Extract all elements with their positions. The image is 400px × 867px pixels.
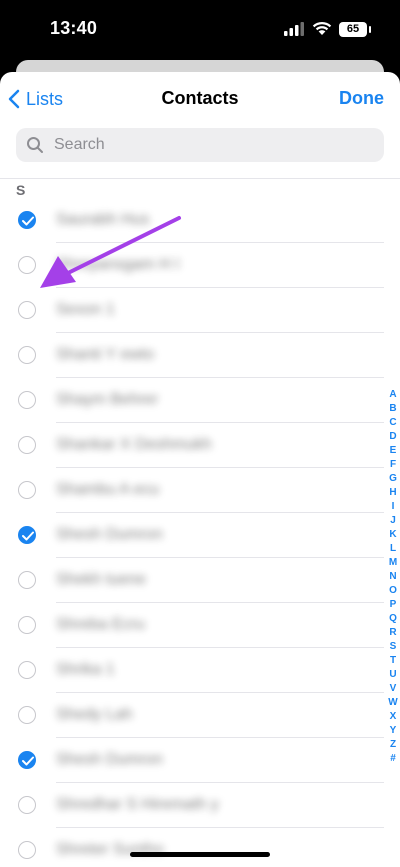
contact-row[interactable]: Shrika 1 xyxy=(0,648,400,693)
checkbox-empty-icon[interactable] xyxy=(18,301,36,319)
contact-name: Shaym Behrer xyxy=(56,391,159,408)
contact-row[interactable]: Shreter Suntho xyxy=(0,828,400,867)
index-letter[interactable]: Y xyxy=(386,724,400,738)
contact-row[interactable]: Shedy Lah xyxy=(0,693,400,738)
checkbox-empty-icon[interactable] xyxy=(18,346,36,364)
contact-name: Shesh Dumron xyxy=(56,751,163,768)
section-index-bar[interactable]: A B C D E F G H I J K L M N O P Q R S T … xyxy=(386,388,400,766)
contact-row[interactable]: Sexon 1 xyxy=(0,288,400,333)
contact-name: Shesh Dumron xyxy=(56,526,163,543)
contact-row[interactable]: Shaym Behrer xyxy=(0,378,400,423)
checkmark-selected-icon[interactable] xyxy=(18,526,36,544)
status-bar: 13:40 65 xyxy=(0,0,400,60)
checkbox-empty-icon[interactable] xyxy=(18,391,36,409)
checkbox-empty-icon[interactable] xyxy=(18,706,36,724)
index-letter[interactable]: C xyxy=(386,416,400,430)
home-indicator xyxy=(130,852,270,857)
search-icon xyxy=(27,137,43,153)
section-header-s: S xyxy=(16,182,26,198)
battery-indicator: 65 xyxy=(339,22,371,37)
index-letter[interactable]: L xyxy=(386,542,400,556)
index-letter[interactable]: J xyxy=(386,514,400,528)
index-letter[interactable]: A xyxy=(386,388,400,402)
checkbox-empty-icon[interactable] xyxy=(18,616,36,634)
search-input[interactable] xyxy=(52,135,356,155)
index-letter[interactable]: O xyxy=(386,584,400,598)
index-letter[interactable]: P xyxy=(386,598,400,612)
contact-name: Shekh tuene xyxy=(56,571,146,588)
contact-row[interactable]: Shesh Dumron xyxy=(0,513,400,558)
checkbox-empty-icon[interactable] xyxy=(18,571,36,589)
contact-name: Shredhar S Hiremath y xyxy=(56,796,219,813)
contact-name: Shambu A ecu xyxy=(56,481,160,498)
index-letter[interactable]: W xyxy=(386,696,400,710)
contact-row[interactable]: Shesh Dumron xyxy=(0,738,400,783)
index-letter[interactable]: M xyxy=(386,556,400,570)
index-letter[interactable]: Z xyxy=(386,738,400,752)
contact-name: Sexon 1 xyxy=(56,301,115,318)
status-time: 13:40 xyxy=(50,18,98,38)
index-letter[interactable]: T xyxy=(386,654,400,668)
index-letter[interactable]: E xyxy=(386,444,400,458)
cellular-signal-icon xyxy=(284,22,304,36)
index-letter[interactable]: F xyxy=(386,458,400,472)
contact-row[interactable]: Shankar X Deshmukh xyxy=(0,423,400,468)
navigation-bar: Lists Contacts Done xyxy=(0,72,400,132)
index-letter[interactable]: B xyxy=(386,402,400,416)
search-bar[interactable] xyxy=(16,128,384,162)
checkbox-empty-icon[interactable] xyxy=(18,481,36,499)
index-letter[interactable]: X xyxy=(386,710,400,724)
index-letter[interactable]: N xyxy=(386,570,400,584)
index-letter[interactable]: G xyxy=(386,472,400,486)
done-button[interactable]: Done xyxy=(339,88,384,109)
contact-row[interactable]: Shekh tuene xyxy=(0,558,400,603)
checkmark-selected-icon[interactable] xyxy=(18,751,36,769)
wifi-icon xyxy=(312,21,332,35)
index-letter[interactable]: H xyxy=(386,486,400,500)
contact-row[interactable]: Shambu A ecu xyxy=(0,468,400,513)
index-letter[interactable]: # xyxy=(386,752,400,766)
checkbox-empty-icon[interactable] xyxy=(18,661,36,679)
annotation-arrow-icon xyxy=(40,216,181,288)
contact-row[interactable]: Shredhar S Hiremath y xyxy=(0,783,400,828)
index-letter[interactable]: V xyxy=(386,682,400,696)
contact-row[interactable]: Shreba Ecru xyxy=(0,603,400,648)
contact-row[interactable]: Shanti Y ewto xyxy=(0,333,400,378)
index-letter[interactable]: K xyxy=(386,528,400,542)
index-letter[interactable]: Q xyxy=(386,612,400,626)
index-letter[interactable]: D xyxy=(386,430,400,444)
contacts-sheet: Lists Contacts Done S Saurabh Hus Shreya… xyxy=(0,72,400,867)
contact-name: Shrika 1 xyxy=(56,661,115,678)
checkbox-empty-icon[interactable] xyxy=(18,841,36,859)
index-letter[interactable]: S xyxy=(386,640,400,654)
section-divider xyxy=(0,178,400,179)
checkbox-empty-icon[interactable] xyxy=(18,796,36,814)
index-letter[interactable]: I xyxy=(386,500,400,514)
index-letter[interactable]: U xyxy=(386,668,400,682)
contact-name: Shanti Y ewto xyxy=(56,346,155,363)
contact-name: Shreba Ecru xyxy=(56,616,145,633)
contact-name: Shedy Lah xyxy=(56,706,133,723)
checkbox-empty-icon[interactable] xyxy=(18,436,36,454)
index-letter[interactable]: R xyxy=(386,626,400,640)
contact-list: Saurabh Hus Shreyansgam H I Sexon 1 Shan… xyxy=(0,198,400,867)
contact-name: Shankar X Deshmukh xyxy=(56,436,212,453)
